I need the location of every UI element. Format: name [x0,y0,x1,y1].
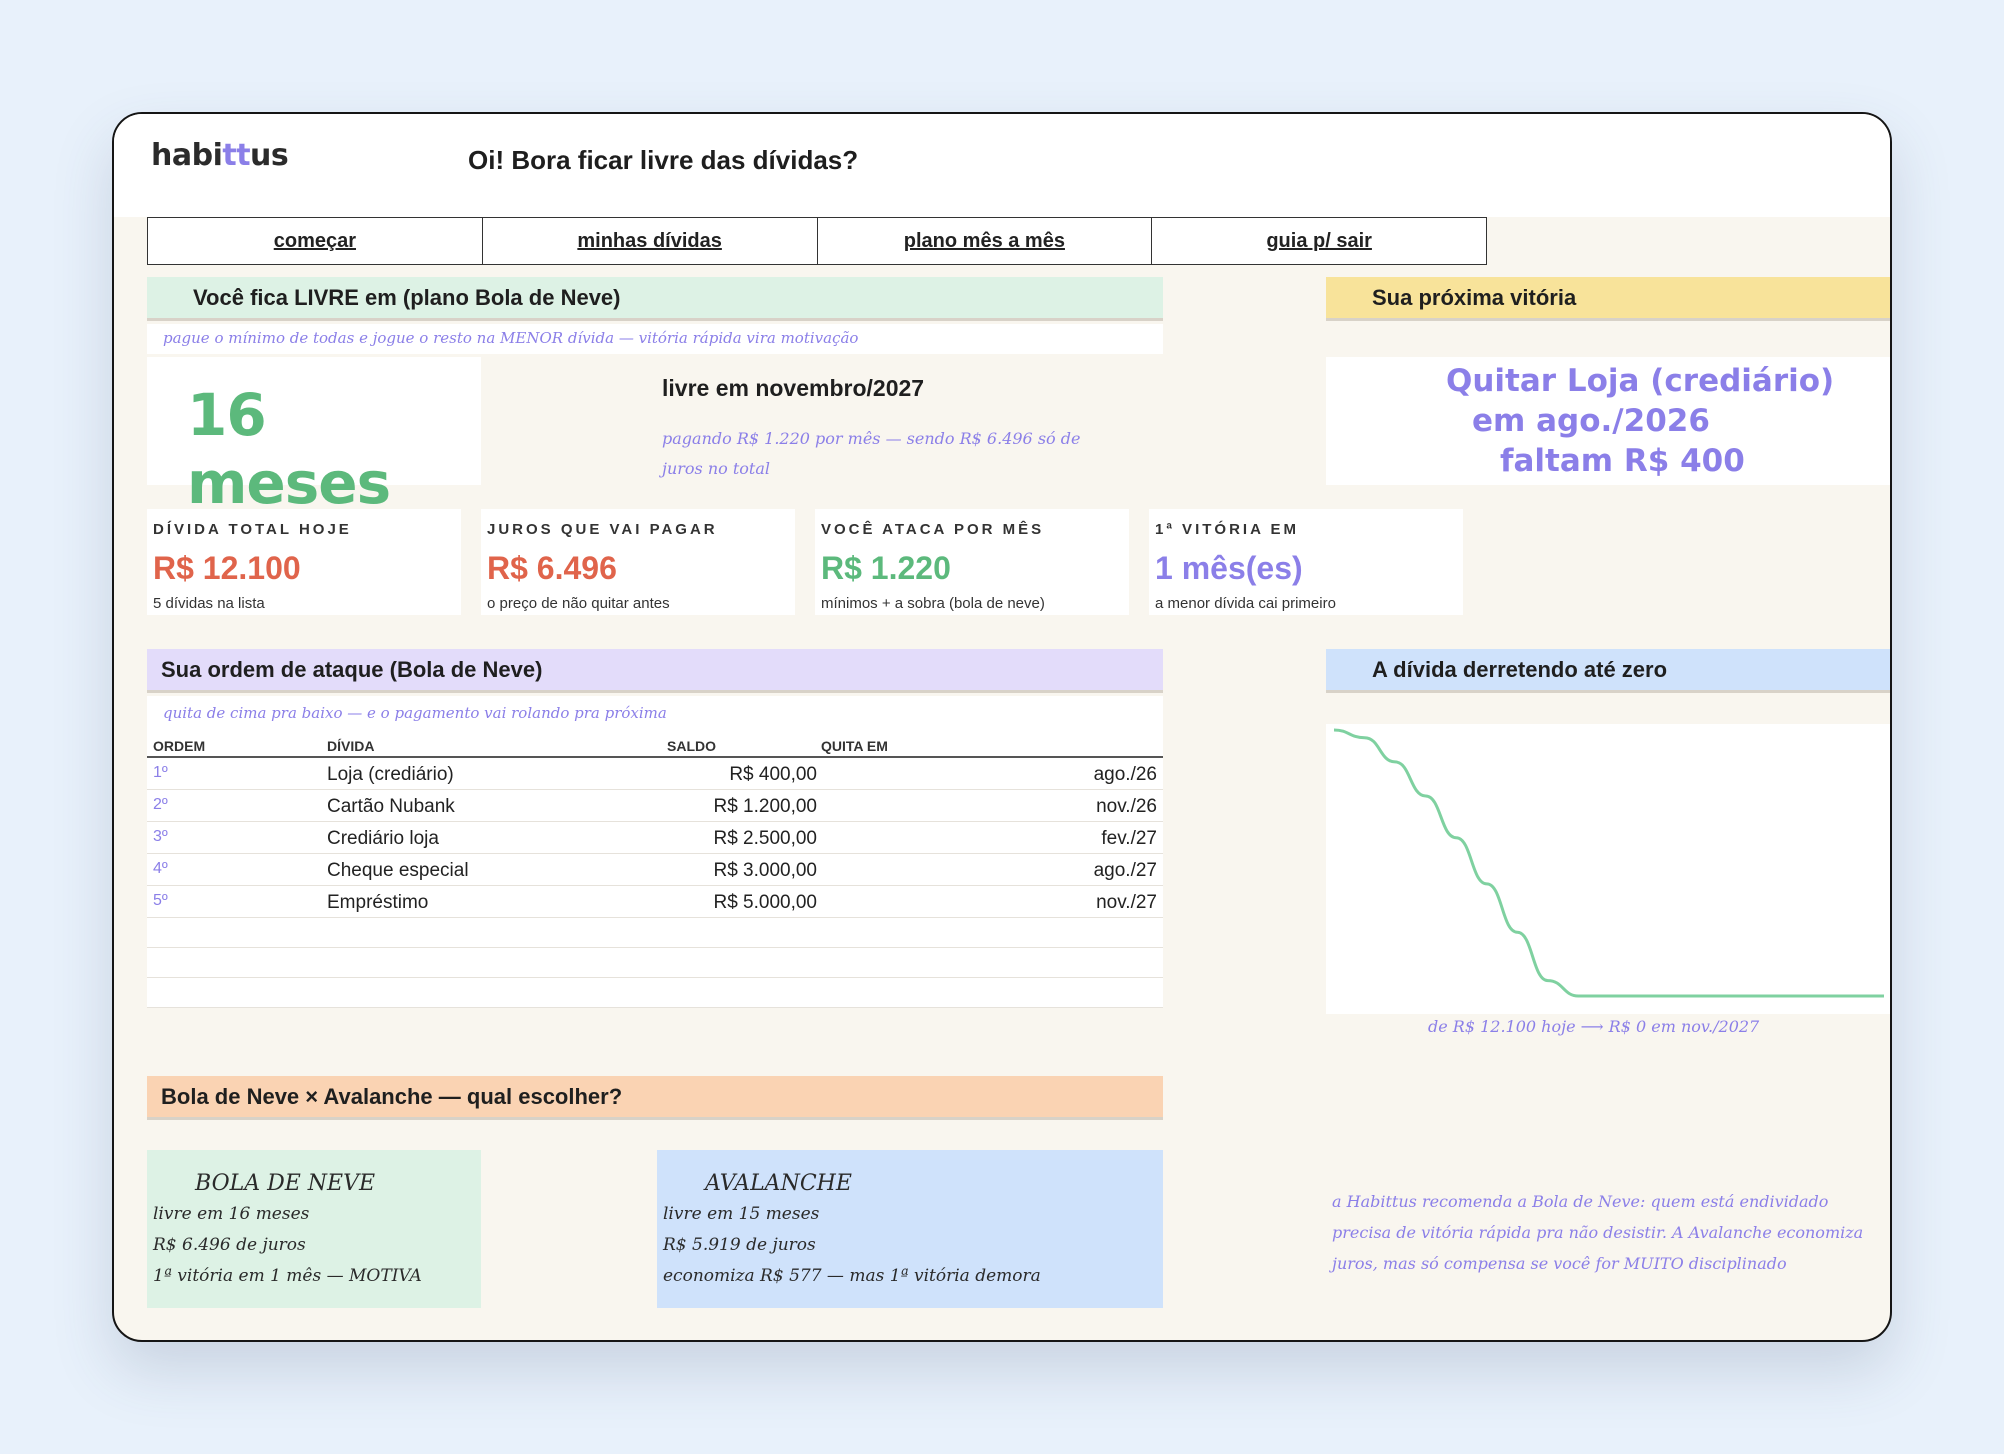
app-window: habittus Oi! Bora ficar livre das dívida… [112,112,1892,1342]
tab-plano-mes-a-mes[interactable]: plano mês a mês [818,218,1153,264]
bola-line: 1ª vitória em 1 mês — MOTIVA [153,1266,422,1286]
bola-line: R$ 6.496 de juros [153,1235,306,1255]
avalanche-line: economiza R$ 577 — mas 1ª vitória demora [663,1266,1041,1286]
livre-hint: pague o mínimo de todas e jogue o resto … [163,329,859,347]
habittus-logo[interactable]: habittus [151,138,289,173]
row-ordem: 2º [153,796,168,813]
row-saldo: R$ 1.200,00 [713,796,817,817]
vitoria-section-header: Sua próxima vitória [1326,277,1890,321]
avalanche-card: AVALANCHE livre em 15 meses R$ 5.919 de … [657,1150,1163,1308]
avalanche-title: AVALANCHE [705,1171,852,1196]
tab-label: guia p/ sair [1266,229,1372,252]
table-row[interactable]: 5º Empréstimo R$ 5.000,00 nov./27 [147,886,1163,918]
stat-sub: 5 dívidas na lista [153,595,265,612]
row-ordem: 3º [153,828,168,845]
bola-line: livre em 16 meses [153,1204,310,1224]
vitoria-card: Quitar Loja (crediário) em ago./2026 fal… [1326,357,1890,485]
debt-line-chart [1333,728,1884,998]
row-divida: Empréstimo [327,892,429,913]
row-saldo: R$ 400,00 [729,764,817,785]
avalanche-line: R$ 5.919 de juros [663,1235,816,1255]
vitoria-line3: faltam R$ 400 [1500,443,1745,479]
vitoria-line2: em ago./2026 [1472,403,1710,439]
stat-ataca-por-mes: VOCÊ ATACA POR MÊS R$ 1.220 mínimos + a … [815,509,1129,615]
row-quita: nov./26 [1096,796,1157,817]
stat-divida-total: DÍVIDA TOTAL HOJE R$ 12.100 5 dívidas na… [147,509,461,615]
stat-label: 1ª VITÓRIA EM [1155,521,1300,538]
livre-section-header: Você fica LIVRE em (plano Bola de Neve) [147,277,1163,321]
tab-minhas-dividas[interactable]: minhas dívidas [483,218,818,264]
comparacao-section-header: Bola de Neve × Avalanche — qual escolher… [147,1076,1163,1120]
stat-juros: JUROS QUE VAI PAGAR R$ 6.496 o preço de … [481,509,795,615]
row-ordem: 5º [153,892,168,909]
ordem-table: ORDEM DÍVIDA SALDO QUITA EM 1º Loja (cre… [147,730,1163,1008]
col-saldo: SALDO [667,738,716,754]
stat-value: R$ 1.220 [821,550,951,586]
livre-hint-strip: pague o mínimo de todas e jogue o resto … [147,324,1163,354]
stat-label: JUROS QUE VAI PAGAR [487,521,718,538]
row-saldo: R$ 2.500,00 [713,828,817,849]
col-quita: QUITA EM [821,738,888,754]
stat-value: R$ 12.100 [153,550,301,586]
tab-label: minhas dívidas [577,229,722,252]
row-quita: nov./27 [1096,892,1157,913]
row-divida: Cartão Nubank [327,796,455,817]
table-header: ORDEM DÍVIDA SALDO QUITA EM [147,730,1163,758]
derretendo-section-header: A dívida derretendo até zero [1326,649,1890,693]
stat-value: R$ 6.496 [487,550,617,586]
tab-guia-p-sair[interactable]: guia p/ sair [1152,218,1486,264]
greeting-title: Oi! Bora ficar livre das dívidas? [468,145,859,175]
livre-months-card: 16 meses [147,357,481,517]
livre-detail: pagando R$ 1.220 por mês — sendo R$ 6.49… [662,429,1081,478]
stat-sub: a menor dívida cai primeiro [1155,595,1336,612]
recomendacao-note: a Habittus recomenda a Bola de Neve: que… [1332,1192,1864,1273]
ordem-hint-strip: quita de cima pra baixo — e o pagamento … [147,696,1163,730]
table-row-empty[interactable] [147,948,1163,978]
stat-label: VOCÊ ATACA POR MÊS [821,521,1045,538]
table-row[interactable]: 1º Loja (crediário) R$ 400,00 ago./26 [147,758,1163,790]
table-row[interactable]: 2º Cartão Nubank R$ 1.200,00 nov./26 [147,790,1163,822]
derretendo-caption: de R$ 12.100 hoje ⟶ R$ 0 em nov./2027 [1428,1017,1760,1036]
stat-sub: mínimos + a sobra (bola de neve) [821,595,1045,612]
avalanche-line: livre em 15 meses [663,1204,820,1224]
vitoria-line1: Quitar Loja (crediário) [1446,363,1835,399]
row-quita: ago./26 [1093,764,1157,785]
row-saldo: R$ 5.000,00 [713,892,817,913]
row-saldo: R$ 3.000,00 [713,860,817,881]
debt-chart-area [1326,724,1890,1014]
debt-series-line [1333,728,1884,998]
row-ordem: 4º [153,860,168,877]
app-header: habittus Oi! Bora ficar livre das dívida… [114,114,1890,217]
ordem-hint: quita de cima pra baixo — e o pagamento … [163,704,667,722]
col-ordem: ORDEM [153,738,206,754]
bola-de-neve-card: BOLA DE NEVE livre em 16 meses R$ 6.496 … [147,1150,481,1308]
row-divida: Crediário loja [327,828,439,849]
table-row-empty[interactable] [147,918,1163,948]
stat-primeira-vitoria: 1ª VITÓRIA EM 1 mês(es) a menor dívida c… [1149,509,1463,615]
livre-months-value: 16 meses [187,381,391,517]
ordem-section-header: Sua ordem de ataque (Bola de Neve) [147,649,1163,693]
stat-value: 1 mês(es) [1155,550,1303,586]
tab-comecar[interactable]: começar [148,218,483,264]
tab-label: começar [273,229,357,252]
row-divida: Loja (crediário) [327,764,454,785]
table-row[interactable]: 3º Crediário loja R$ 2.500,00 fev./27 [147,822,1163,854]
bola-title: BOLA DE NEVE [195,1171,376,1196]
stat-sub: o preço de não quitar antes [487,595,670,612]
col-divida: DÍVIDA [327,738,375,754]
row-quita: fev./27 [1101,828,1157,849]
livre-date-line: livre em novembro/2027 [662,375,925,401]
stat-label: DÍVIDA TOTAL HOJE [153,521,352,538]
table-row[interactable]: 4º Cheque especial R$ 3.000,00 ago./27 [147,854,1163,886]
row-divida: Cheque especial [327,860,469,881]
row-ordem: 1º [153,764,168,781]
row-quita: ago./27 [1093,860,1157,881]
tab-label: plano mês a mês [903,229,1065,252]
table-row-empty[interactable] [147,978,1163,1008]
tab-bar: começar minhas dívidas plano mês a mês g… [147,217,1487,265]
